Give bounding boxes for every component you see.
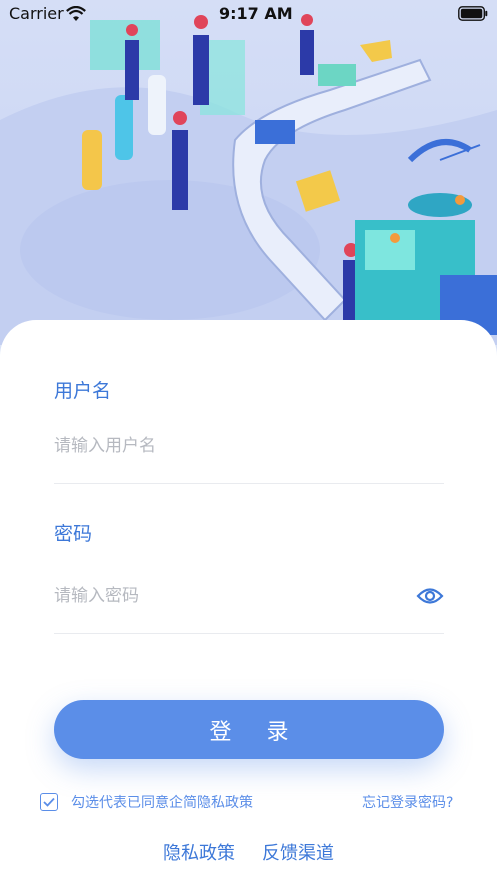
checkmark-icon [43,797,55,807]
password-label: 密码 [54,523,93,545]
privacy-policy-link[interactable]: 隐私政策 [163,839,235,865]
factory-illustration [0,0,497,345]
status-time: 9:17 AM [219,4,293,23]
username-input[interactable] [54,430,394,462]
footer-links: 隐私政策 反馈渠道 [0,839,497,865]
password-divider [54,633,444,634]
login-screen: Carrier 9:17 AM 用户名 密码 登 录 [0,0,497,883]
feedback-channel-link[interactable]: 反馈渠道 [262,839,334,865]
agreement-text[interactable]: 勾选代表已同意企简隐私政策 [71,792,253,812]
eye-icon[interactable] [416,585,444,607]
battery-icon [458,6,488,21]
status-bar: Carrier 9:17 AM [0,0,497,30]
username-divider [54,483,444,484]
password-input[interactable] [54,580,394,612]
forgot-password-link[interactable]: 忘记登录密码? [362,792,453,812]
wifi-icon [66,6,86,21]
username-label: 用户名 [54,380,112,402]
login-card: 用户名 密码 登 录 勾选代表已同意企简隐私政策 忘记登录密码? 隐私政策 反馈… [0,320,497,883]
agreement-checkbox[interactable] [40,793,58,811]
login-button[interactable]: 登 录 [54,700,444,759]
carrier-label: Carrier [9,4,64,23]
agreement-row: 勾选代表已同意企简隐私政策 [40,792,253,812]
